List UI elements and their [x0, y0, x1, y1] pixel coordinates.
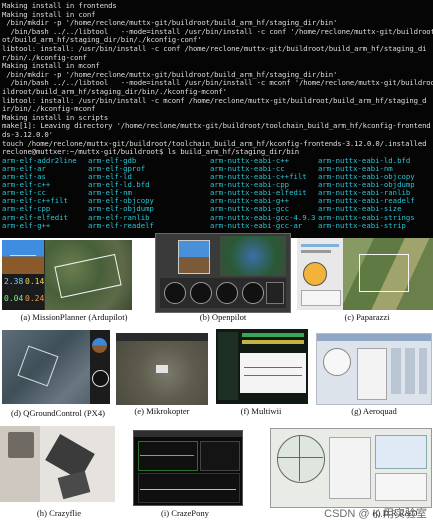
caption-b: (b) Openpilot: [199, 312, 247, 322]
telemetry-value: 0.14: [25, 277, 45, 286]
terminal-line: make[1]: Leaving directory '/home/reclon…: [2, 121, 431, 131]
telemetry-panel: 2.38 0.14 0.04 0.24: [2, 274, 44, 310]
radar-display: [277, 435, 325, 483]
file-entry: arm-nuttx-eabi-gcc-ar: [210, 220, 303, 230]
caption-e: (e) Mikrokopter: [134, 406, 190, 416]
dr-rnd-screenshot: [270, 428, 432, 508]
caption-h: (h) Crazyflie: [36, 508, 82, 518]
caption-g: (g) Aeroquad: [351, 406, 397, 416]
telemetry-value: 2.38: [4, 277, 24, 286]
aeroquad-screenshot: [316, 333, 432, 405]
terminal-line: Making install in frontends: [2, 1, 117, 10]
paparazzi-screenshot: [297, 238, 433, 310]
file-entry: arm-elf-readelf: [88, 220, 154, 230]
caption-i: (i) CrazePony: [161, 508, 209, 518]
crazyflie-screenshot: [0, 426, 115, 502]
map-view: [220, 236, 286, 276]
terminal-line: libtool: install: /usr/bin/install -c co…: [2, 44, 427, 53]
caption-a: (a) MissionPlanner (Ardupilot): [20, 312, 128, 322]
control-panel: [297, 238, 343, 310]
openpilot-screenshot: [155, 233, 291, 313]
artificial-horizon: [178, 240, 210, 274]
missionplanner-screenshot: 2.38 0.14 0.04 0.24: [2, 240, 132, 310]
terminal-window: Making install in frontends Making instal…: [0, 0, 433, 238]
multiwii-screenshot: [216, 329, 308, 404]
telemetry-value: 0.04: [4, 294, 24, 303]
qgroundcontrol-screenshot: [2, 330, 110, 404]
watermark: CSDN @ K.用实验室: [324, 508, 427, 520]
sensor-graph: [240, 353, 306, 393]
attitude-indicator: [2, 240, 44, 274]
instrument-panel: [90, 330, 110, 404]
terminal-line: Making install in mconf: [2, 61, 100, 71]
aerial-map: [116, 341, 208, 405]
telemetry-value: 0.24: [25, 294, 45, 303]
mikrokopter-screenshot: [116, 333, 208, 405]
file-entry: arm-elf-g++: [2, 220, 51, 230]
crazepony-screenshot: [133, 430, 243, 506]
gauge-panel: [160, 278, 286, 308]
terminal-line: ildroot/build_arm_hf/staging_dir/bin/./k…: [2, 87, 227, 96]
caption-c: (c) Paparazzi: [344, 312, 390, 322]
terminal-line: ir/bin/./kconfig-mconf: [2, 104, 96, 114]
terminal-line: ds-3.12.0.0': [2, 130, 53, 139]
terminal-line: reclone@muttxer:~/muttx-git/buildroot$ l…: [2, 147, 300, 157]
caption-f: (f) Multiwii: [240, 406, 282, 416]
file-entry: arm-nuttx-eabi-strip: [318, 220, 406, 230]
caption-d: (d) QGroundControl (PX4): [10, 408, 106, 418]
terminal-line: /bin/mkdir -p '/home/reclone/muttx-git/b…: [2, 18, 338, 28]
